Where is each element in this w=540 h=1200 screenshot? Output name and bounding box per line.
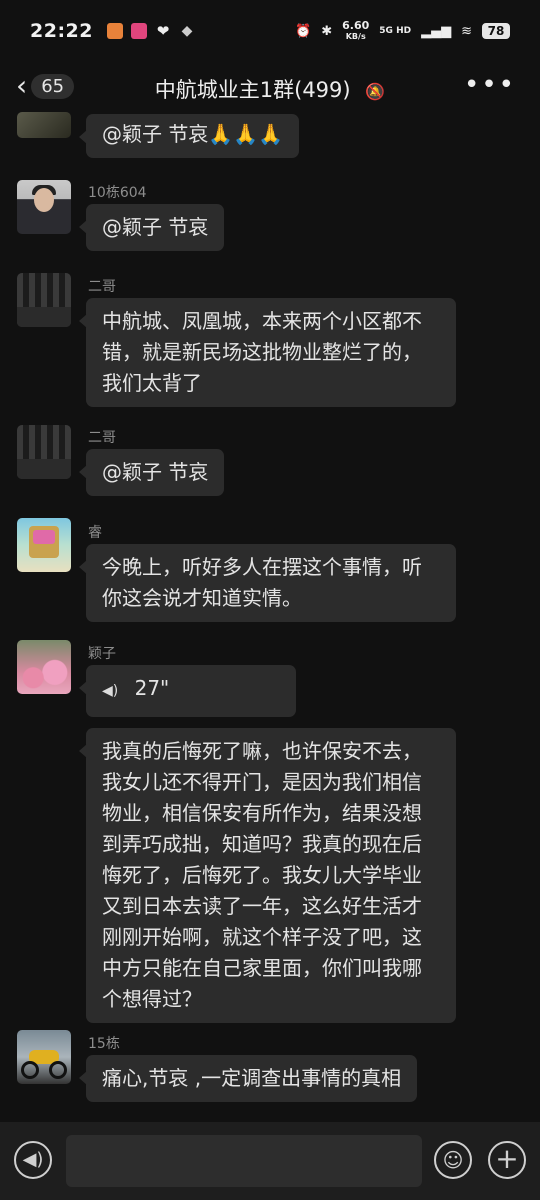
message-text: @颖子 节哀🙏🙏🙏	[102, 122, 284, 146]
voice-message-bubble[interactable]: ◀) 27"	[79, 665, 296, 717]
sender-name: 颖子	[88, 646, 116, 662]
alarm-icon: ⏰	[295, 23, 312, 39]
message-text: 我真的后悔死了嘛，也许保安不去，我女儿还不得开门，是因为我们相信物业，相信保安有…	[102, 739, 422, 1011]
voice-duration: 27"	[134, 676, 170, 700]
sender-name: 15栋	[88, 1036, 120, 1052]
signal-icon: ▂▄▆	[421, 23, 452, 39]
message-bubble[interactable]: @颖子 节哀	[78, 449, 225, 496]
chat-title-wrap: 中航城业主1群(499) 🔕	[0, 74, 540, 104]
message-bubble[interactable]: @颖子 节哀	[78, 204, 225, 251]
message-text: @颖子 节哀	[102, 215, 209, 239]
status-right: ⏰ ✱ 6.60 KB/s 5G HD ▂▄▆ ≋ 78	[295, 20, 510, 42]
heart-icon: ❤	[156, 22, 170, 40]
avatar[interactable]	[17, 1030, 71, 1084]
net-speed-unit: KB/s	[345, 32, 366, 41]
message-bubble[interactable]: 中航城、凤凰城，本来两个小区都不错，就是新民场这批物业整烂了的，我们太背了	[79, 298, 456, 407]
wifi-icon: ≋	[461, 23, 472, 39]
battery-icon: 78	[482, 23, 510, 39]
app-notification-icon	[130, 23, 147, 39]
bell-off-icon: 🔕	[365, 81, 386, 101]
voice-icon[interactable]: ◀)	[14, 1141, 52, 1179]
message-bubble[interactable]: 我真的后悔死了嘛，也许保安不去，我女儿还不得开门，是因为我们相信物业，相信保安有…	[79, 728, 456, 1023]
bluetooth-icon: ✱	[321, 23, 333, 39]
input-bar: ◀) ☺ +	[0, 1122, 540, 1200]
message-bubble[interactable]: 痛心,节哀 ,一定调查出事情的真相	[78, 1055, 418, 1102]
avatar[interactable]	[17, 273, 71, 327]
chat-header: ‹ 65 中航城业主1群(499) 🔕 •••	[0, 62, 540, 114]
plus-icon[interactable]: +	[488, 1141, 526, 1179]
notification-icons: ❤ ◆	[106, 22, 195, 40]
avatar[interactable]	[17, 518, 71, 572]
more-button[interactable]: •••	[464, 70, 516, 100]
message-text: 痛心,节哀 ,一定调查出事情的真相	[102, 1066, 402, 1090]
message-text: 今晚上，听好多人在摆这个事情，听你这会说才知道实情。	[102, 555, 422, 610]
avatar[interactable]	[17, 112, 71, 138]
status-bar: 22:22 ❤ ◆ ⏰ ✱ 6.60 KB/s 5G HD ▂▄▆ ≋ 78	[0, 0, 540, 62]
app-notification-icon	[106, 23, 123, 39]
message-text: @颖子 节哀	[102, 460, 209, 484]
sender-name: 10栋604	[88, 185, 147, 201]
avatar[interactable]	[17, 180, 71, 234]
message-bubble[interactable]: @颖子 节哀🙏🙏🙏	[78, 114, 300, 158]
message-bubble[interactable]: 今晚上，听好多人在摆这个事情，听你这会说才知道实情。	[79, 544, 456, 622]
voice-wave-icon: ◀)	[102, 683, 119, 699]
avatar[interactable]	[17, 640, 71, 694]
emoji-icon[interactable]: ☺	[434, 1141, 472, 1179]
status-time: 22:22	[30, 20, 93, 42]
sender-name: 二哥	[88, 279, 116, 295]
chat-title: 中航城业主1群(499)	[154, 78, 351, 102]
sender-name: 睿	[88, 525, 102, 541]
net-speed: 6.60 KB/s	[342, 20, 369, 42]
signal-label: 5G HD	[379, 26, 412, 36]
avatar[interactable]	[17, 425, 71, 479]
message-input[interactable]	[66, 1135, 422, 1187]
qq-icon: ◆	[181, 23, 193, 39]
message-text: 中航城、凤凰城，本来两个小区都不错，就是新民场这批物业整烂了的，我们太背了	[102, 309, 422, 395]
sender-name: 二哥	[88, 430, 116, 446]
